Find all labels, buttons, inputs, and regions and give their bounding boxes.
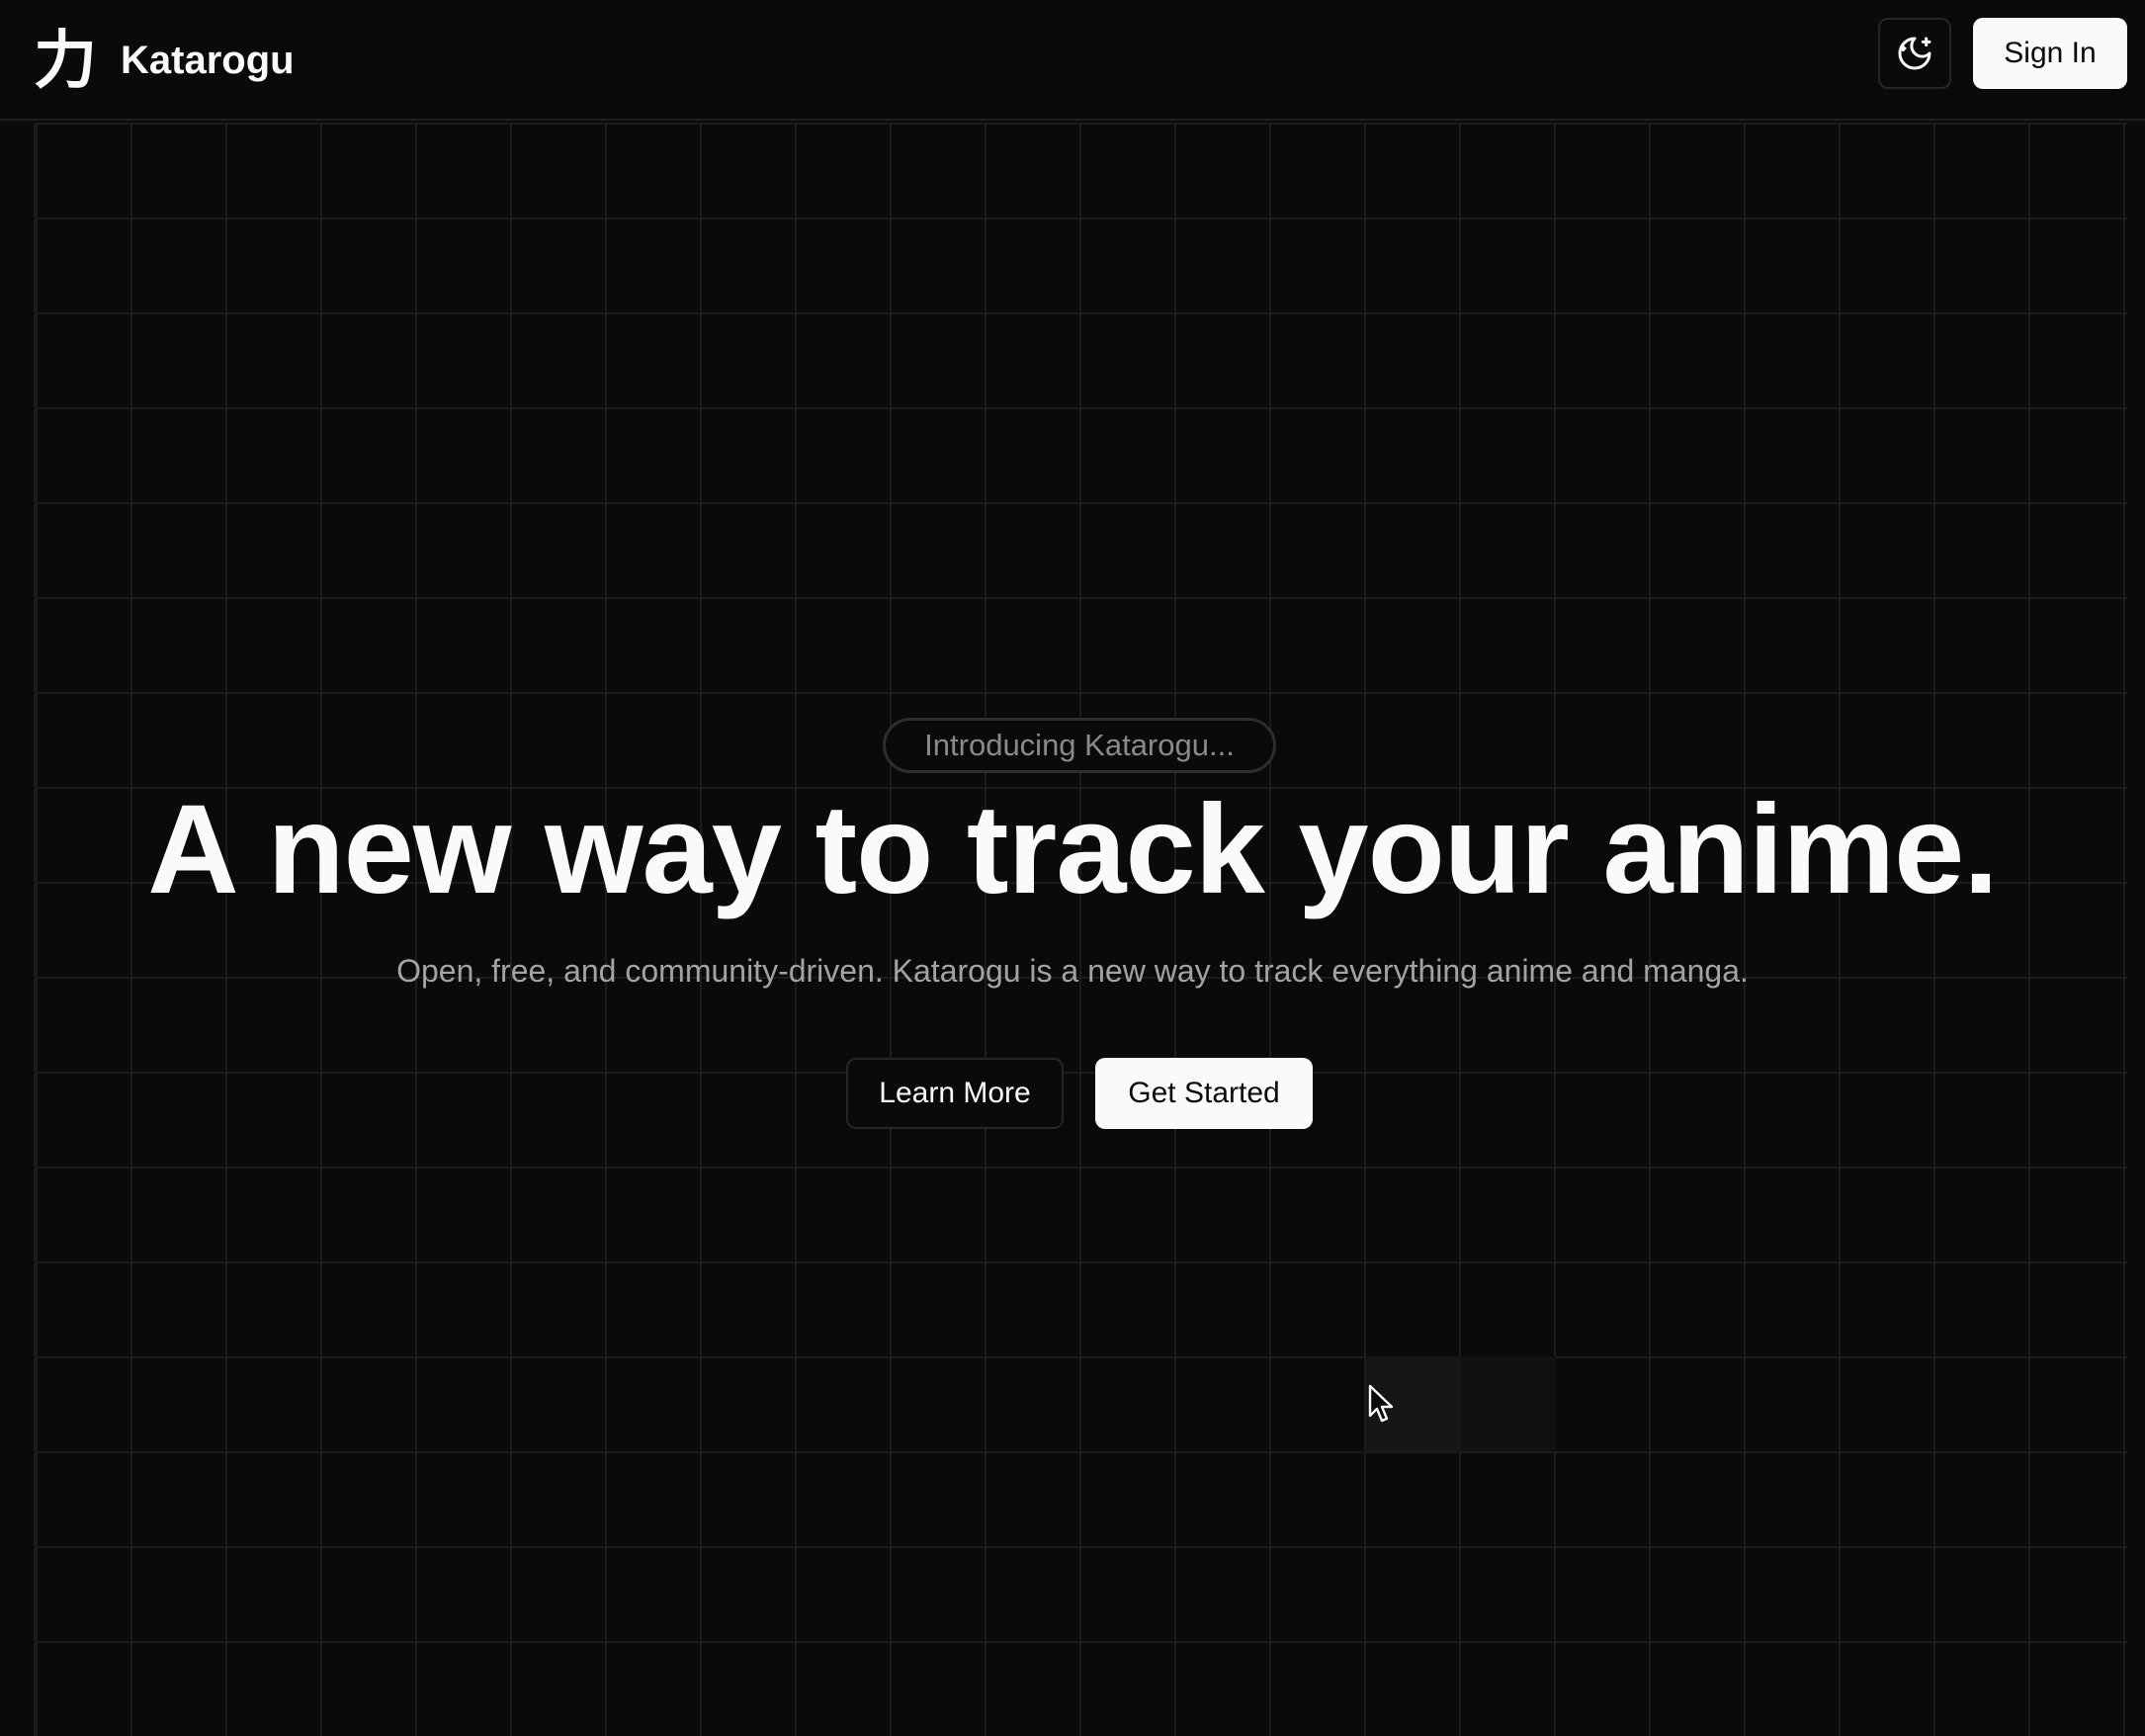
theme-toggle-button[interactable] bbox=[1878, 18, 1951, 89]
logo-icon: 力 bbox=[34, 25, 97, 96]
hero-grid-background bbox=[34, 123, 2127, 1736]
grid-cell-highlight bbox=[1461, 1356, 1556, 1451]
get-started-button[interactable]: Get Started bbox=[1095, 1058, 1313, 1129]
brand-name: Katarogu bbox=[121, 38, 295, 82]
site-header: 力 Katarogu Sign In bbox=[0, 0, 2145, 121]
mouse-cursor-icon bbox=[1368, 1384, 1394, 1423]
intro-badge: Introducing Katarogu... bbox=[883, 718, 1276, 773]
sign-in-button[interactable]: Sign In bbox=[1973, 18, 2127, 89]
learn-more-button[interactable]: Learn More bbox=[846, 1058, 1064, 1129]
hero-headline: A new way to track your anime. bbox=[147, 779, 1999, 920]
brand-link[interactable]: 力 Katarogu bbox=[34, 16, 295, 105]
hero-subtitle: Open, free, and community-driven. Kataro… bbox=[396, 953, 1749, 989]
moon-stars-icon bbox=[1898, 37, 1931, 70]
